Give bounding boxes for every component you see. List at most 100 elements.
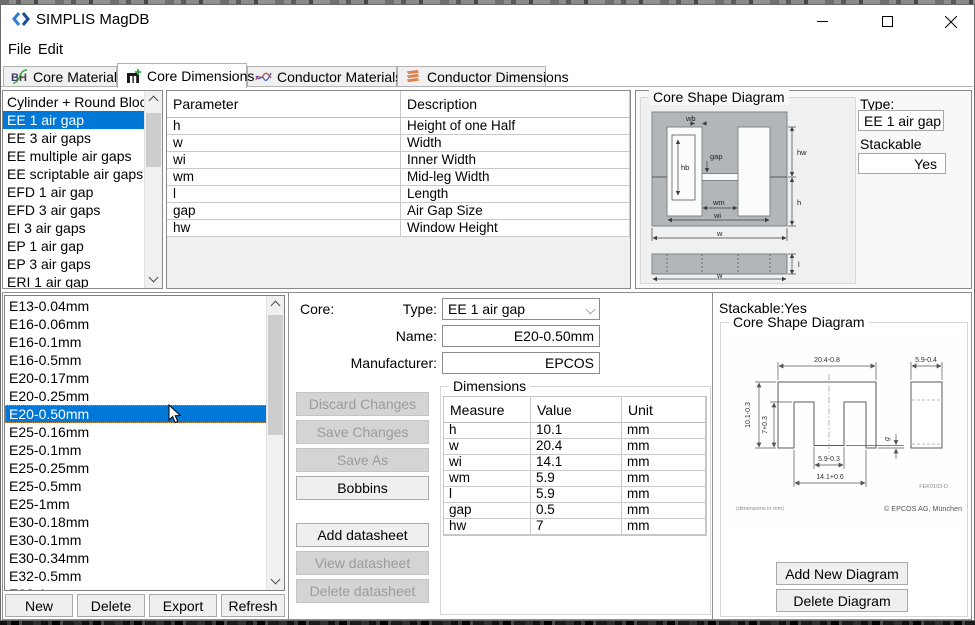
scrollbar-thumb[interactable] [268,315,283,435]
list-item[interactable]: E25-0.5mm [5,477,267,495]
manufacturer-field[interactable]: EPCOS [442,352,600,374]
save-changes-button[interactable]: Save Changes [296,420,429,444]
panel-divider [288,293,289,619]
waveforms-icon [255,69,272,84]
scroll-up-icon[interactable] [267,296,284,313]
menu-file[interactable]: File [8,41,31,60]
list-item[interactable]: E30-0.18mm [5,513,267,531]
scroll-down-icon[interactable] [145,271,162,288]
column-header: Unit [622,397,706,422]
table-row[interactable]: l5.9mm [444,487,706,503]
table-row[interactable]: wiInner Width [167,152,630,169]
minimize-icon [817,16,828,27]
refresh-button[interactable]: Refresh [221,594,285,617]
table-row[interactable]: wWidth [167,135,630,152]
type-combobox[interactable]: EE 1 air gap [442,298,600,320]
tab-label: Conductor Materials [277,69,402,85]
list-item[interactable]: EP 3 air gaps [3,255,145,273]
list-item[interactable]: EFD 3 air gaps [3,201,145,219]
tab-conductor-dimensions[interactable]: Conductor Dimensions [397,66,546,87]
table-row[interactable]: hw7mm [444,519,706,535]
measure-unit: mm [622,487,706,502]
core-type-scrollbar[interactable] [144,91,162,288]
list-item[interactable]: ERI 1 air gap [3,273,145,288]
list-item[interactable]: EFD 1 air gap [3,183,145,201]
list-item[interactable]: EP 1 air gap [3,237,145,255]
table-row[interactable]: gap0.5mm [444,503,706,519]
table-row[interactable]: wmMid-leg Width [167,169,630,186]
table-row[interactable]: hwWindow Height [167,220,630,237]
delete-button[interactable]: Delete [77,594,145,617]
list-item[interactable]: E20-0.50mm [5,405,267,423]
delete-diagram-button[interactable]: Delete Diagram [776,589,908,612]
bobbins-button[interactable]: Bobbins [296,476,429,500]
table-row[interactable]: wm5.9mm [444,471,706,487]
list-item[interactable]: E30-0.34mm [5,549,267,567]
list-item[interactable]: E13-0.04mm [5,297,267,315]
measure-unit: mm [622,471,706,486]
svg-text:g: g [884,437,891,441]
scroll-down-icon[interactable] [267,573,284,590]
minimize-button[interactable] [799,5,845,38]
tab-core-materials[interactable]: BH Core Materials [3,66,117,87]
type-combobox-value: EE 1 air gap [448,299,525,319]
list-item[interactable]: E25-0.16mm [5,423,267,441]
delete-datasheet-button[interactable]: Delete datasheet [296,579,429,603]
parameters-table: Parameter Description hHeight of one Hal… [167,91,630,237]
dimensions-rows: h10.1mmw20.4mmwi14.1mmwm5.9mml5.9mmgap0.… [444,423,706,535]
list-item[interactable]: EE 1 air gap [3,111,145,129]
table-row[interactable]: hHeight of one Half [167,118,630,135]
maximize-button[interactable] [864,5,910,38]
bh-curve-icon: BH [11,69,28,84]
list-item[interactable]: E16-0.1mm [5,333,267,351]
scrollbar-thumb[interactable] [146,113,161,167]
tab-label: Core Dimensions [147,68,254,84]
scroll-up-icon[interactable] [145,91,162,108]
parameter-name: wm [167,169,401,185]
list-item[interactable]: EI 3 air gaps [3,219,145,237]
parameter-name: h [167,118,401,134]
menu-edit[interactable]: Edit [38,41,63,60]
tab-core-dimensions[interactable]: Core Dimensions [117,63,247,88]
list-item[interactable]: E25-0.1mm [5,441,267,459]
measure-name: l [444,487,531,502]
list-item[interactable]: E16-0.06mm [5,315,267,333]
list-item[interactable]: Cylinder + Round Block [3,93,145,111]
add-datasheet-button[interactable]: Add datasheet [296,523,429,547]
parameter-description: Height of one Half [401,118,630,134]
svg-text:h: h [797,198,801,207]
list-item[interactable]: E30-0.1mm [5,531,267,549]
core-technical-drawing: 20.4-0.8 5.9-0.4 10.1-0.3 7+0.3 5.9-0.3 … [726,340,966,524]
save-as-button[interactable]: Save As [296,448,429,472]
new-button[interactable]: New [5,594,73,617]
list-item[interactable]: E20-0.25mm [5,387,267,405]
table-row[interactable]: wi14.1mm [444,455,706,471]
list-item[interactable]: E25-1mm [5,495,267,513]
tab-conductor-materials[interactable]: Conductor Materials [247,66,397,87]
list-item[interactable]: E16-0.5mm [5,351,267,369]
table-row[interactable]: w20.4mm [444,439,706,455]
list-item[interactable]: E33-1mm [5,585,267,590]
export-button[interactable]: Export [149,594,217,617]
table-row[interactable]: gapAir Gap Size [167,203,630,220]
svg-text:wm: wm [712,198,725,207]
measure-value: 10.1 [531,423,622,438]
table-row[interactable]: h10.1mm [444,423,706,439]
discard-changes-button[interactable]: Discard Changes [296,392,429,416]
table-row[interactable]: lLength [167,186,630,203]
list-item[interactable]: E20-0.17mm [5,369,267,387]
list-item[interactable]: EE 3 air gaps [3,129,145,147]
list-item[interactable]: EE scriptable air gaps [3,165,145,183]
core-list-scrollbar[interactable] [266,296,284,590]
measure-name: hw [444,519,531,534]
measure-name: h [444,423,531,438]
close-button[interactable] [928,5,974,38]
view-datasheet-button[interactable]: View datasheet [296,551,429,575]
list-item[interactable]: EE multiple air gaps [3,147,145,165]
parameters-table-header: Parameter Description [167,91,630,118]
measure-value: 5.9 [531,487,622,502]
list-item[interactable]: E32-0.5mm [5,567,267,585]
add-new-diagram-button[interactable]: Add New Diagram [776,562,908,585]
list-item[interactable]: E25-0.25mm [5,459,267,477]
name-field[interactable]: E20-0.50mm [442,325,600,347]
